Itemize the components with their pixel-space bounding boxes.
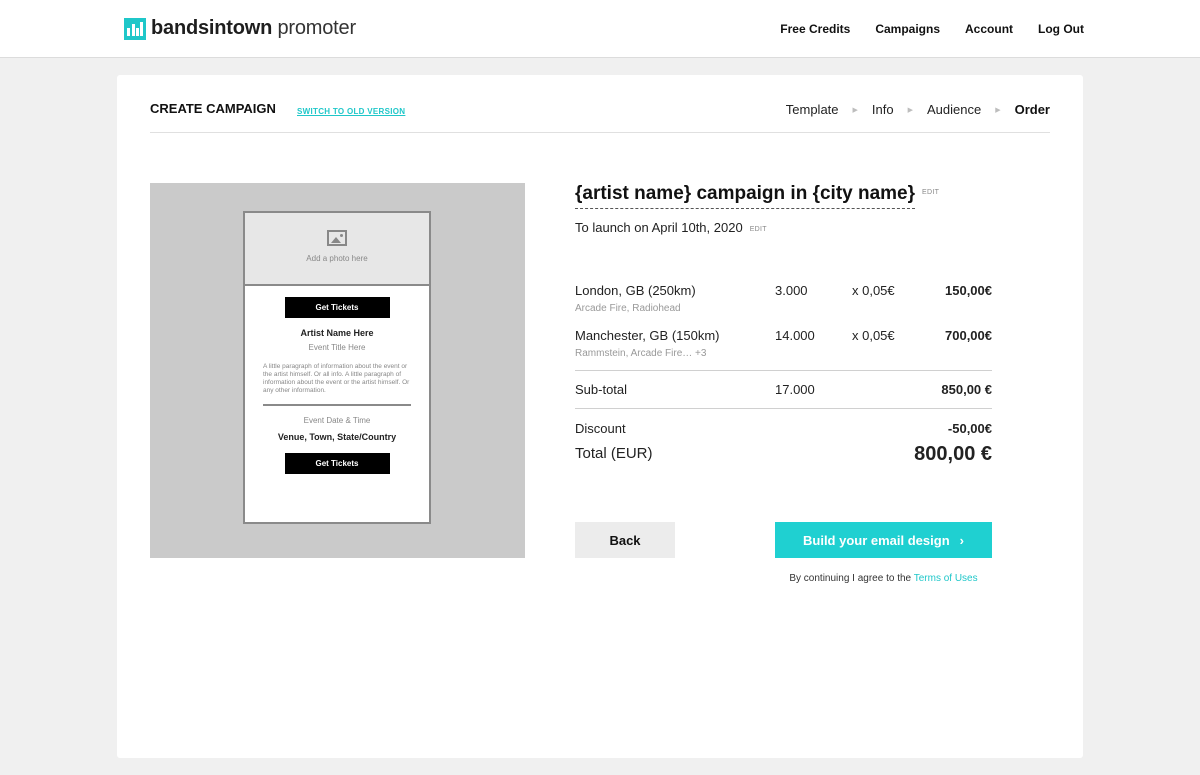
campaign-title: {artist name} campaign in {city name} (575, 183, 916, 209)
preview-venue: Venue, Town, State/Country (277, 432, 397, 442)
step-breadcrumb: Template ▶ Info ▶ Audience ▶ Order (786, 102, 1050, 117)
logo-bold-text: bandsintown (151, 17, 273, 39)
row-rate: x 0,05€ (852, 283, 895, 298)
chevron-right-icon: ▶ (995, 106, 1001, 114)
step-template[interactable]: Template (786, 102, 839, 117)
get-tickets-button-bottom: Get Tickets (284, 453, 390, 474)
divider (575, 408, 992, 409)
row-amount: 700,00€ (945, 328, 992, 343)
preview-divider (263, 404, 411, 406)
discount-label: Discount (575, 421, 626, 436)
email-preview: Add a photo here Get Tickets Artist Name… (150, 183, 525, 558)
step-info[interactable]: Info (872, 102, 894, 117)
row-quantity: 3.000 (775, 283, 808, 298)
build-email-design-button[interactable]: Build your email design › (775, 522, 992, 558)
launch-date: To launch on April 10th, 2020 (575, 220, 743, 235)
top-bar: bandsintown promoter Free Credits Campai… (0, 0, 1200, 58)
edit-title-link[interactable]: EDIT (922, 189, 939, 196)
page-title: CREATE CAMPAIGN (150, 101, 276, 116)
top-nav: Free Credits Campaigns Account Log Out (780, 22, 1084, 36)
divider (575, 370, 992, 371)
back-button[interactable]: Back (575, 522, 675, 558)
preview-event-date: Event Date & Time (303, 416, 371, 425)
preview-body: Get Tickets Artist Name Here Event Title… (245, 286, 429, 474)
preview-event-title: Event Title Here (308, 343, 366, 352)
photo-placeholder[interactable]: Add a photo here (245, 213, 429, 286)
nav-campaigns[interactable]: Campaigns (875, 22, 940, 36)
step-audience[interactable]: Audience (927, 102, 981, 117)
row-city: Manchester, GB (150km) (575, 328, 720, 343)
email-template-mock: Add a photo here Get Tickets Artist Name… (243, 211, 431, 524)
nav-log-out[interactable]: Log Out (1038, 22, 1084, 36)
total-amount: 800,00 € (914, 443, 992, 465)
chevron-right-icon: ▶ (907, 106, 913, 114)
subtotal-label: Sub-total (575, 382, 628, 397)
subtotal-amount: 850,00 € (941, 382, 992, 397)
nav-free-credits[interactable]: Free Credits (780, 22, 850, 36)
total-label: Total (EUR) (575, 445, 653, 462)
logo[interactable]: bandsintown promoter (124, 17, 356, 40)
photo-placeholder-text: Add a photo here (306, 254, 368, 263)
nav-account[interactable]: Account (965, 22, 1013, 36)
build-button-label: Build your email design (803, 532, 950, 548)
logo-text: bandsintown promoter (151, 17, 356, 40)
get-tickets-button-top: Get Tickets (284, 297, 390, 318)
discount-amount: -50,00€ (947, 421, 992, 436)
image-icon (327, 230, 347, 246)
terms-link[interactable]: Terms of Uses (914, 573, 978, 584)
chevron-right-icon: › (959, 532, 964, 548)
logo-light-text: promoter (277, 17, 356, 39)
order-summary: {artist name} campaign in {city name} EDI… (575, 183, 992, 465)
launch-date-row: To launch on April 10th, 2020 EDIT (575, 220, 992, 235)
bandsintown-logo-icon (124, 17, 146, 40)
campaign-title-row: {artist name} campaign in {city name} EDI… (575, 183, 992, 209)
card-header: CREATE CAMPAIGN SWITCH TO OLD VERSION Te… (150, 100, 1050, 133)
terms-prefix: By continuing I agree to the (789, 573, 912, 584)
preview-paragraph: A little paragraph of information about … (263, 363, 410, 394)
switch-version-link[interactable]: SWITCH TO OLD VERSION (297, 107, 405, 116)
row-rate: x 0,05€ (852, 328, 895, 343)
row-artists: Arcade Fire, Radiohead (575, 303, 681, 314)
preview-artist-name: Artist Name Here (300, 328, 374, 338)
terms-notice: By continuing I agree to the Terms of Us… (775, 573, 992, 584)
edit-launch-link[interactable]: EDIT (750, 226, 767, 233)
subtotal-quantity: 17.000 (775, 382, 815, 397)
step-order[interactable]: Order (1015, 102, 1050, 117)
row-city: London, GB (250km) (575, 283, 696, 298)
chevron-right-icon: ▶ (852, 106, 858, 114)
row-quantity: 14.000 (775, 328, 815, 343)
row-amount: 150,00€ (945, 283, 992, 298)
campaign-card: CREATE CAMPAIGN SWITCH TO OLD VERSION Te… (117, 75, 1083, 758)
row-artists: Rammstein, Arcade Fire… +3 (575, 348, 707, 359)
